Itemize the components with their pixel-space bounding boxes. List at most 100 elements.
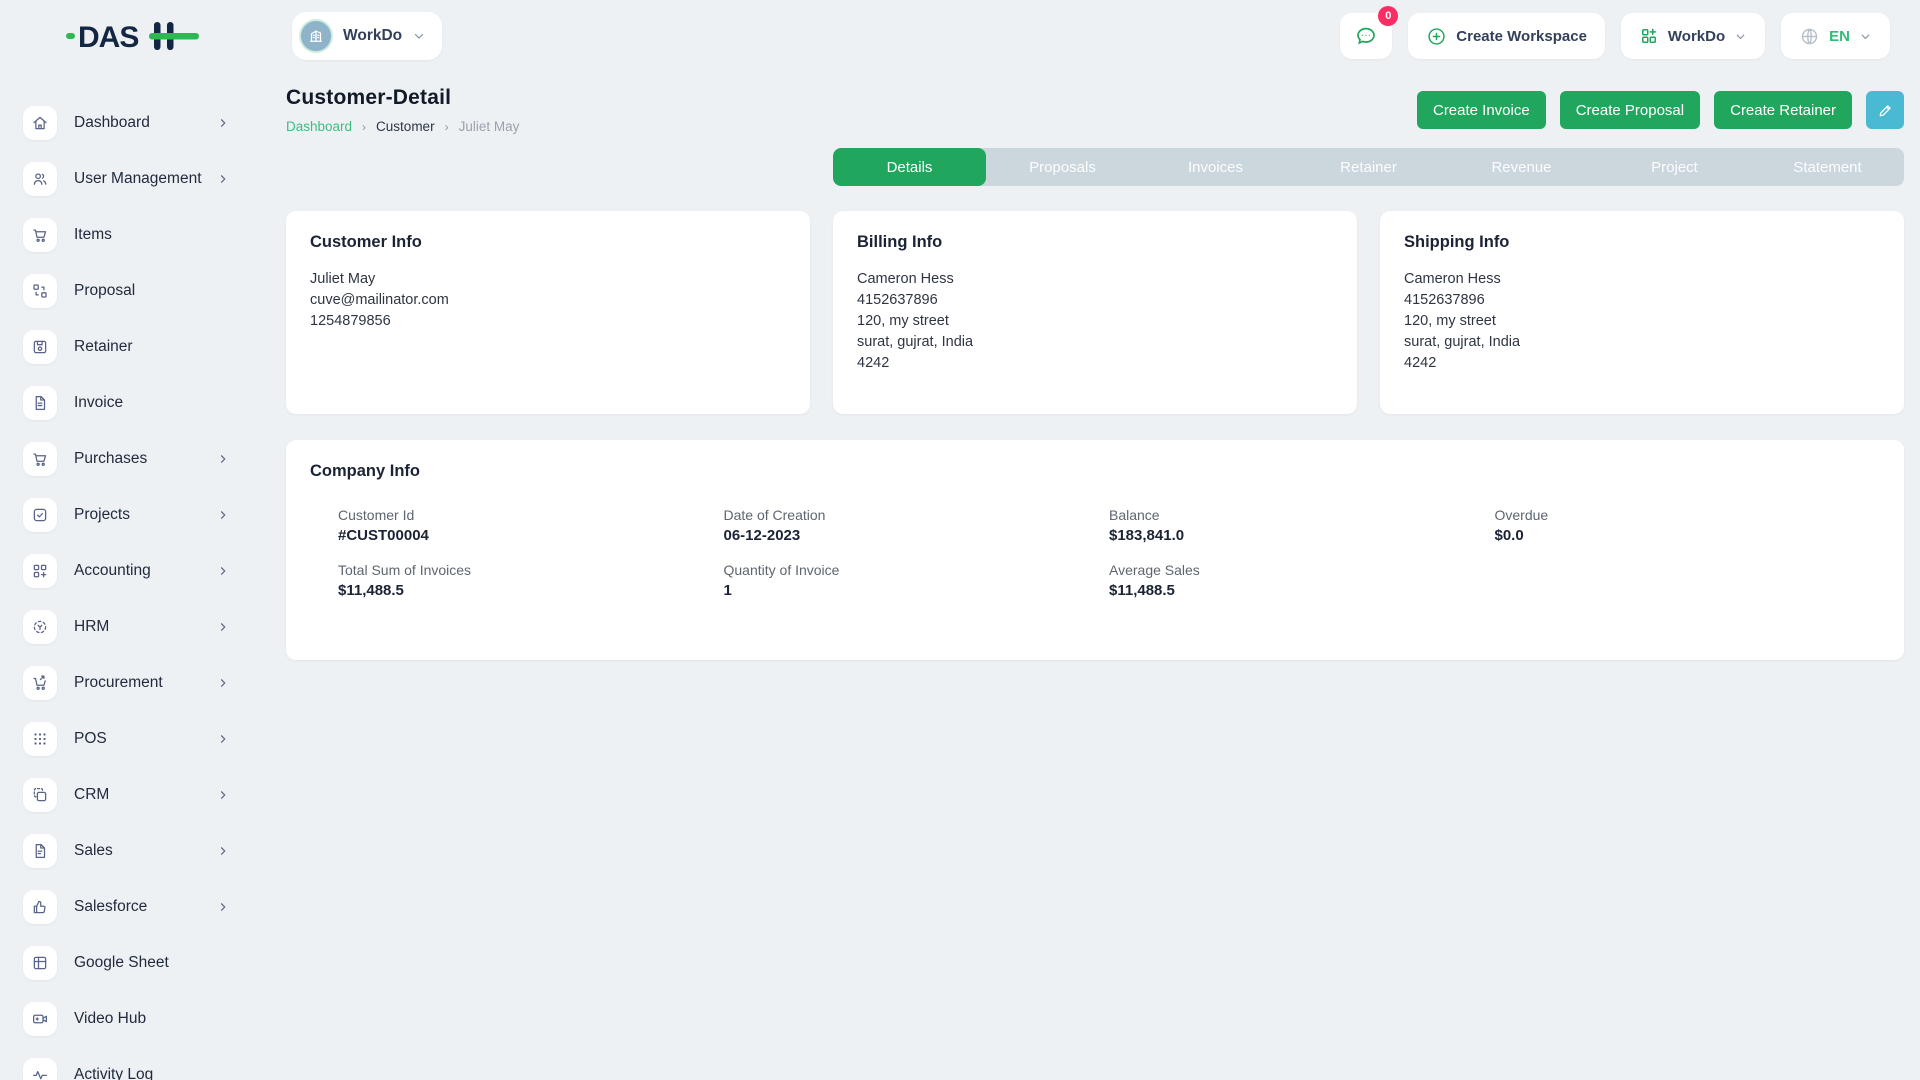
home-icon	[23, 106, 57, 140]
workdo-menu-button[interactable]: WorkDo	[1621, 13, 1765, 59]
billing-phone: 4152637896	[857, 290, 1333, 311]
billing-info-title: Billing Info	[857, 233, 1333, 252]
page-title: Customer-Detail	[286, 86, 519, 110]
customer-info-card: Customer Info Juliet May cuve@mailinator…	[286, 211, 810, 414]
customer-name: Juliet May	[310, 269, 786, 290]
sidebar-item-pos[interactable]: POS	[0, 711, 256, 767]
workspace-selector[interactable]: WorkDo	[292, 12, 442, 60]
sidebar-item-proposal[interactable]: Proposal	[0, 263, 256, 319]
page-title-block: Customer-Detail Dashboard › Customer › J…	[286, 86, 519, 134]
sidebar-item-salesforce[interactable]: Salesforce	[0, 879, 256, 935]
cart-arrow-icon	[23, 666, 57, 700]
company-info-card: Company Info Customer Id #CUST00004 Date…	[286, 440, 1904, 660]
target-person-icon	[23, 610, 57, 644]
activity-pulse-icon	[23, 1058, 57, 1080]
tab-details[interactable]: Details	[833, 148, 986, 186]
sidebar-item-procurement[interactable]: Procurement	[0, 655, 256, 711]
tab-statement[interactable]: Statement	[1751, 148, 1904, 186]
stat-balance: Balance $183,841.0	[1109, 507, 1495, 544]
company-stats-grid: Customer Id #CUST00004 Date of Creation …	[338, 507, 1880, 599]
chevron-right-icon	[216, 508, 230, 522]
chevron-right-icon	[216, 116, 230, 130]
sidebar-item-activity-log[interactable]: Activity Log	[0, 1047, 256, 1080]
breadcrumb-customer[interactable]: Customer	[376, 119, 435, 134]
chevron-right-icon	[216, 676, 230, 690]
breadcrumb-dashboard[interactable]: Dashboard	[286, 119, 352, 134]
billing-zip: 4242	[857, 353, 1333, 374]
sidebar-item-dashboard[interactable]: Dashboard	[0, 95, 256, 151]
header-actions: 0 Create Workspace WorkDo	[1340, 13, 1890, 59]
file-icon	[23, 386, 57, 420]
plus-circle-icon	[1426, 26, 1447, 47]
breadcrumb-separator: ›	[362, 120, 366, 134]
sidebar-nav: Dashboard User Management	[0, 72, 256, 1080]
breadcrumb: Dashboard › Customer › Juliet May	[286, 119, 519, 134]
shipping-zip: 4242	[1404, 353, 1880, 374]
brand-logo[interactable]: DAS	[64, 15, 204, 57]
sidebar-item-accounting[interactable]: Accounting	[0, 543, 256, 599]
sidebar-item-sales[interactable]: Sales	[0, 823, 256, 879]
sidebar-item-hrm[interactable]: HRM	[0, 599, 256, 655]
sidebar-item-purchases[interactable]: Purchases	[0, 431, 256, 487]
globe-icon	[1799, 26, 1820, 47]
route-squares-icon	[23, 274, 57, 308]
sidebar-item-crm[interactable]: CRM	[0, 767, 256, 823]
workspace-name: WorkDo	[343, 27, 402, 45]
sidebar-item-google-sheet[interactable]: Google Sheet	[0, 935, 256, 991]
create-invoice-button[interactable]: Create Invoice	[1417, 91, 1546, 129]
sidebar-item-invoice[interactable]: Invoice	[0, 375, 256, 431]
dots-grid-icon	[23, 722, 57, 756]
chevron-right-icon	[216, 844, 230, 858]
svg-text:DAS: DAS	[78, 21, 138, 54]
stat-total-sum-invoices: Total Sum of Invoices $11,488.5	[338, 562, 724, 599]
customer-info-lines: Juliet May cuve@mailinator.com 125487985…	[310, 269, 786, 332]
workspace-avatar	[299, 19, 333, 53]
sidebar-item-projects[interactable]: Projects	[0, 487, 256, 543]
sidebar-item-retainer[interactable]: Retainer	[0, 319, 256, 375]
sidebar-item-user-management[interactable]: User Management	[0, 151, 256, 207]
tab-retainer[interactable]: Retainer	[1292, 148, 1445, 186]
users-icon	[23, 162, 57, 196]
top-header: DAS WorkDo	[0, 0, 1920, 72]
language-selector[interactable]: EN	[1781, 13, 1890, 59]
create-workspace-button[interactable]: Create Workspace	[1408, 13, 1605, 59]
cart-icon	[23, 442, 57, 476]
stat-date-of-creation: Date of Creation 06-12-2023	[724, 507, 1110, 544]
tab-invoices[interactable]: Invoices	[1139, 148, 1292, 186]
chevron-right-icon	[216, 172, 230, 186]
sidebar-item-video-hub[interactable]: Video Hub	[0, 991, 256, 1047]
stat-overdue: Overdue $0.0	[1495, 507, 1881, 544]
tab-project[interactable]: Project	[1598, 148, 1751, 186]
edit-customer-button[interactable]	[1866, 91, 1904, 129]
page-actions: Create Invoice Create Proposal Create Re…	[1417, 91, 1904, 129]
info-cards-row: Customer Info Juliet May cuve@mailinator…	[286, 211, 1904, 414]
chevron-down-icon	[412, 29, 426, 43]
create-retainer-button[interactable]: Create Retainer	[1714, 91, 1852, 129]
sidebar-item-items[interactable]: Items	[0, 207, 256, 263]
chevron-down-icon	[1734, 30, 1747, 43]
copy-icon	[23, 778, 57, 812]
chat-bubble-icon	[1354, 24, 1378, 48]
thumbs-up-icon	[23, 890, 57, 924]
pencil-icon	[1877, 102, 1894, 119]
billing-name: Cameron Hess	[857, 269, 1333, 290]
breadcrumb-separator: ›	[445, 120, 449, 134]
tab-proposals[interactable]: Proposals	[986, 148, 1139, 186]
billing-info-card: Billing Info Cameron Hess 4152637896 120…	[833, 211, 1357, 414]
chevron-right-icon	[216, 732, 230, 746]
customer-phone: 1254879856	[310, 311, 786, 332]
main-content: Customer-Detail Dashboard › Customer › J…	[256, 72, 1920, 1080]
messages-count-badge: 0	[1378, 6, 1398, 26]
shipping-phone: 4152637896	[1404, 290, 1880, 311]
billing-street: 120, my street	[857, 311, 1333, 332]
messages-button[interactable]: 0	[1340, 13, 1392, 59]
shipping-city: surat, gujrat, India	[1404, 332, 1880, 353]
workdo-menu-label: WorkDo	[1668, 28, 1725, 45]
stat-quantity-of-invoice: Quantity of Invoice 1	[724, 562, 1110, 599]
customer-info-title: Customer Info	[310, 233, 786, 252]
tab-revenue[interactable]: Revenue	[1445, 148, 1598, 186]
customer-email: cuve@mailinator.com	[310, 290, 786, 311]
create-proposal-button[interactable]: Create Proposal	[1560, 91, 1700, 129]
shipping-name: Cameron Hess	[1404, 269, 1880, 290]
shipping-info-title: Shipping Info	[1404, 233, 1880, 252]
